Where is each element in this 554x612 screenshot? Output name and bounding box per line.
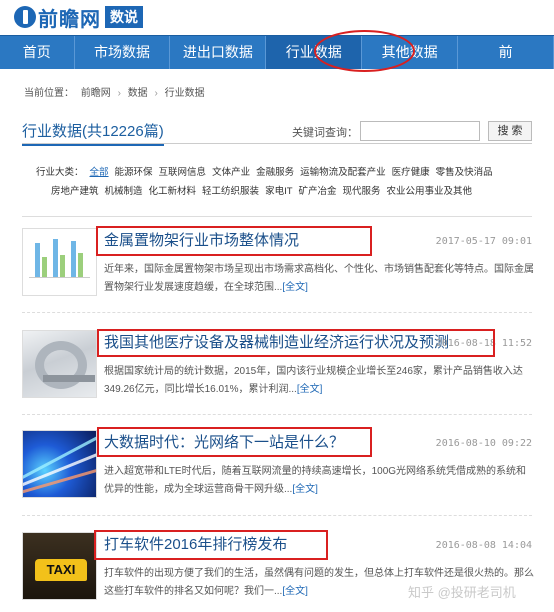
thumbnail-bar <box>53 239 58 277</box>
thumbnail-bar <box>35 243 40 277</box>
logo-name: 前瞻网 <box>38 8 101 31</box>
search-button[interactable]: 搜 索 <box>488 121 532 141</box>
breadcrumb-separator-icon: › <box>117 88 121 99</box>
category-item[interactable]: 现代服务 <box>343 186 381 197</box>
nav-import-export-data[interactable]: 进出口数据 <box>170 36 267 69</box>
article-summary: 近年来，国际金属置物架市场呈现出市场需求高档化、个性化、市场销售配套化等特点。国… <box>104 261 534 297</box>
category-item[interactable]: 房地产建筑 <box>51 186 99 197</box>
category-item[interactable]: 化工新材料 <box>149 186 197 197</box>
chart-thumbnail[interactable] <box>22 228 97 296</box>
keyword-search-input[interactable] <box>360 121 480 141</box>
highlight-box-annotation <box>97 427 372 457</box>
highlight-box-annotation <box>96 226 372 256</box>
article-summary: 根据国家统计局的统计数据，2015年，国内该行业规模企业增长至246家，累计产品… <box>104 363 534 399</box>
breadcrumb-home[interactable]: 前瞻网 <box>81 88 111 99</box>
watermark: 知乎 @投研老司机 <box>408 585 516 600</box>
thumbnail-bar <box>42 257 47 277</box>
highlight-circle-annotation <box>314 30 415 72</box>
category-item[interactable]: 机械制造 <box>105 186 143 197</box>
category-row-1: 行业大类： 全部 能源环保 互联网信息 文体产业 金融服务 运输物流及配套产业 医疗健康 零售及… <box>36 163 536 182</box>
logo-mark-icon <box>14 6 36 28</box>
category-filter: 行业大类： 全部 能源环保 互联网信息 文体产业 金融服务 运输物流及配套产业 医疗健康 零售及… <box>36 163 536 201</box>
section-header: 行业数据(共12226篇) 关键词查询： 搜 索 <box>22 120 532 146</box>
thumbnail-bar <box>71 241 76 277</box>
category-item[interactable]: 矿产冶金 <box>299 186 337 197</box>
highlight-box-annotation <box>94 530 328 560</box>
breadcrumb-data[interactable]: 数据 <box>128 88 148 99</box>
highlight-box-annotation <box>97 329 495 357</box>
category-item[interactable]: 运输物流及配套产业 <box>300 167 386 178</box>
taxi-sign: TAXI <box>35 559 87 581</box>
keyword-label: 关键词查询： <box>292 127 358 139</box>
category-item[interactable]: 轻工纺织服装 <box>202 186 259 197</box>
article-date: 2017-05-17 09:01 <box>435 236 532 247</box>
category-item[interactable]: 医疗健康 <box>392 167 430 178</box>
taxi-thumbnail[interactable]: TAXI <box>22 532 97 600</box>
optical-fiber-thumbnail[interactable] <box>22 430 97 498</box>
site-logo[interactable]: 前瞻网 数说 <box>14 5 143 31</box>
category-item[interactable]: 金融服务 <box>256 167 294 178</box>
category-item[interactable]: 能源环保 <box>115 167 153 178</box>
divider <box>22 216 532 217</box>
category-item[interactable]: 文体产业 <box>212 167 250 178</box>
thumbnail-bar <box>78 253 83 277</box>
article-date: 2016-08-08 14:04 <box>435 540 532 551</box>
logo-badge: 数说 <box>105 6 143 28</box>
category-item[interactable]: 农业公用事业及其他 <box>387 186 473 197</box>
divider <box>22 312 532 313</box>
thumbnail-axis <box>29 277 90 278</box>
medical-equipment-thumbnail[interactable] <box>22 330 97 398</box>
read-more-link[interactable]: [全文] <box>297 384 323 395</box>
main-nav: 首页 市场数据 进出口数据 行业数据 其他数据 前 <box>0 35 554 69</box>
summary-text: 近年来，国际金属置物架市场呈现出市场需求高档化、个性化、市场销售配套化等特点。国… <box>104 264 534 293</box>
breadcrumb-separator-icon: › <box>154 88 158 99</box>
nav-more[interactable]: 前 <box>458 36 554 69</box>
category-item[interactable]: 零售及快消品 <box>436 167 493 178</box>
category-row-2: 房地产建筑 机械制造 化工新材料 轻工纺织服装 家电IT 矿产冶金 现代服务 农业公用事业及其… <box>36 182 536 201</box>
breadcrumb-current: 行业数据 <box>164 88 205 99</box>
thumbnail-bar <box>60 255 65 277</box>
article-date: 2016-08-10 09:22 <box>435 438 532 449</box>
scanner-bed-shape <box>43 375 95 382</box>
read-more-link[interactable]: [全文] <box>292 484 318 495</box>
category-all[interactable]: 全部 <box>90 167 109 178</box>
site-header: 前瞻网 数说 <box>0 0 554 35</box>
category-item[interactable]: 家电IT <box>265 186 292 197</box>
breadcrumb-label: 当前位置： <box>24 88 74 99</box>
page-title: 行业数据(共12226篇) <box>22 120 164 146</box>
read-more-link[interactable]: [全文] <box>282 282 308 293</box>
divider <box>22 515 532 516</box>
nav-home[interactable]: 首页 <box>0 36 75 69</box>
nav-market-data[interactable]: 市场数据 <box>75 36 171 69</box>
category-label: 行业大类： <box>36 167 84 178</box>
category-item[interactable]: 互联网信息 <box>159 167 207 178</box>
breadcrumb: 当前位置： 前瞻网 › 数据 › 行业数据 <box>24 84 209 99</box>
article-summary: 进入超宽带和LTE时代后，随着互联网流量的持续高速增长，100G光网络系统凭借成… <box>104 463 534 499</box>
divider <box>22 414 532 415</box>
read-more-link[interactable]: [全文] <box>282 586 308 597</box>
